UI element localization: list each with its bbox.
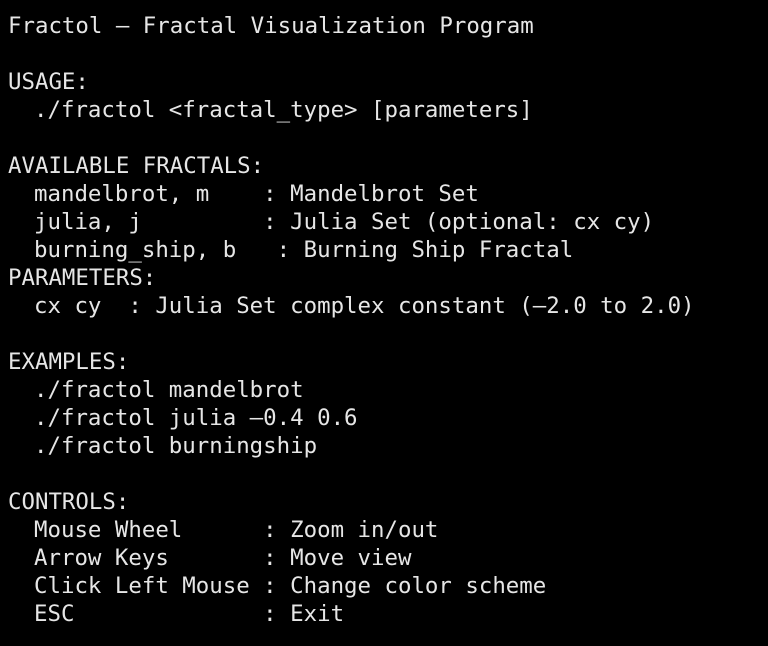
usage-command: ./fractol <fractal_type> [parameters] [34,97,533,123]
example-burningship: ./fractol burningship [34,433,318,459]
controls-heading: CONTROLS: [8,489,130,515]
parameters-heading: PARAMETERS: [8,265,157,291]
fractal-option-julia: julia, j : Julia Set (optional: cx cy) [34,209,655,235]
control-esc: ESC : Exit [34,601,345,627]
fractal-option-mandelbrot: mandelbrot, m : Mandelbrot Set [34,181,479,207]
example-julia: ./fractol julia –0.4 0.6 [34,405,358,431]
parameter-cx-cy: cx cy : Julia Set complex constant (–2.0… [34,293,695,319]
control-arrow-keys: Arrow Keys : Move view [34,545,412,571]
examples-heading: EXAMPLES: [8,349,130,375]
usage-heading: USAGE: [8,69,89,95]
example-mandelbrot: ./fractol mandelbrot [34,377,304,403]
control-mouse-wheel: Mouse Wheel : Zoom in/out [34,517,439,543]
control-click-left-mouse: Click Left Mouse : Change color scheme [34,573,547,599]
fractals-heading: AVAILABLE FRACTALS: [8,153,265,179]
terminal-output[interactable]: Fractol – Fractal Visualization Program … [0,0,768,646]
fractal-option-burning-ship: burning_ship, b : Burning Ship Fractal [34,237,574,263]
program-title: Fractol – Fractal Visualization Program [8,13,534,39]
